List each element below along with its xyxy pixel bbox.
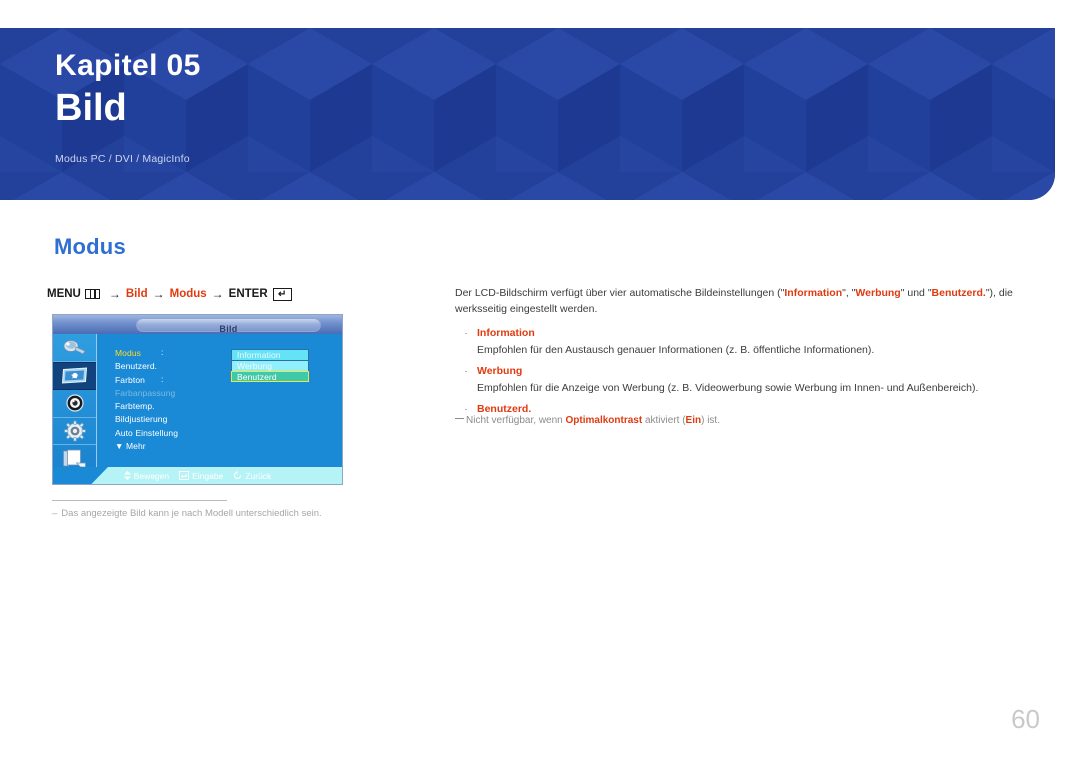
final-note-leader (455, 418, 464, 419)
chapter-header-banner: Kapitel 05 Bild Modus PC / DVI / MagicIn… (0, 28, 1055, 200)
osd-icon-setup[interactable] (53, 418, 96, 446)
chapter-subtitle: Modus PC / DVI / MagicInfo (55, 153, 190, 165)
osd-menu-items: Modus Benutzerd. Farbton Farbanpassung F… (115, 347, 178, 453)
intro-part-1: Der LCD-Bildschirm verfügt über vier aut… (455, 287, 785, 299)
osd-footer-bar: Bewegen Eingabe Zurück (53, 467, 342, 484)
osd-item-mehr[interactable]: ▼ Mehr (115, 440, 178, 453)
osd-title-pill: Bild (136, 317, 321, 334)
osd-item-farbanpassung: Farbanpassung (115, 387, 176, 398)
osd-option-benutzerd[interactable]: Benutzerd (231, 371, 309, 382)
osd-item-benutzerd[interactable]: Benutzerd. (115, 360, 178, 373)
osd-note: – Das angezeigte Bild kann je nach Modell… (52, 508, 322, 519)
osd-colon-modus: : (161, 347, 164, 357)
intro-bold-benutzerd: Benutzerd. (931, 287, 986, 299)
final-note-bold-ein: Ein (685, 415, 702, 426)
content-column: Der LCD-Bildschirm verfügt über vier aut… (455, 286, 1020, 418)
bullet-werbung: · Werbung (455, 364, 1020, 380)
osd-title-text: Bild (219, 323, 238, 334)
input-source-icon (63, 340, 86, 355)
header-text-block: Kapitel 05 Bild Modus PC / DVI / MagicIn… (55, 48, 201, 165)
osd-icon-input-source[interactable] (53, 334, 96, 362)
multi-control-icon (62, 449, 86, 468)
content-intro-paragraph: Der LCD-Bildschirm verfügt über vier aut… (455, 286, 1020, 317)
osd-icon-sound[interactable] (53, 390, 96, 418)
enter-key-icon (179, 471, 190, 480)
bullet-marker: · (464, 328, 468, 339)
sound-icon (65, 394, 84, 413)
page-number: 60 (1011, 704, 1040, 734)
osd-item-auto-einstellung[interactable]: Auto Einstellung (115, 427, 178, 440)
chapter-title: Bild (55, 87, 127, 129)
menu-bars-icon (84, 289, 100, 299)
osd-footer-bewegen-label: Bewegen (133, 470, 170, 481)
bullet-heading-information: Information (477, 327, 535, 339)
menu-path-arrow-1: → (108, 287, 121, 301)
osd-footer-eingabe-label: Eingabe (192, 470, 224, 481)
menu-path-menu-label: MENU (47, 288, 81, 300)
final-note-bold-optimalkontrast: Optimalkontrast (565, 415, 643, 426)
osd-option-information[interactable]: Information (231, 349, 309, 360)
osd-colon-farbton: : (161, 373, 164, 384)
bullet-description-information: Empfohlen für den Austausch genauer Info… (477, 343, 875, 356)
bullet-heading-werbung: Werbung (477, 365, 523, 377)
osd-item-modus[interactable]: Modus (115, 347, 178, 360)
osd-value-dropdown[interactable]: Information Werbung Benutzerd (231, 349, 309, 382)
section-title: Modus (54, 234, 126, 259)
intro-bold-information: Information (784, 287, 843, 299)
osd-note-text: Das angezeigte Bild kann je nach Modell … (61, 508, 322, 519)
picture-icon (61, 367, 87, 384)
osd-item-farbton[interactable]: Farbton (115, 374, 178, 387)
osd-note-dash: – (52, 508, 58, 519)
osd-icon-column (53, 334, 97, 473)
setup-gear-icon (63, 420, 86, 442)
osd-footer-zurueck-label: Zurück (245, 470, 272, 481)
final-note-part-2: aktiviert ( (642, 415, 686, 426)
final-note-part-3: ) ist. (701, 415, 720, 426)
osd-screenshot: Bild Modus Benutzerd. Farbton Farbanpass… (52, 314, 343, 485)
osd-footer-tab-shape (53, 467, 108, 484)
menu-path-step-1: Bild (125, 288, 148, 300)
osd-item-bildjustierung[interactable]: Bildjustierung (115, 413, 178, 426)
osd-footer-zurueck: Zurück (233, 471, 271, 481)
menu-path-step-2: Modus (169, 288, 207, 300)
osd-footer-bewegen: Bewegen (123, 470, 170, 481)
menu-path-breadcrumb: MENU → Bild → Modus → ENTER ↵ (47, 287, 292, 301)
menu-path-enter-label: ENTER (228, 288, 268, 300)
osd-item-farbtemp[interactable]: Farbtemp. (115, 400, 178, 413)
menu-path-arrow-3: → (211, 287, 224, 301)
final-note-part-1: Nicht verfügbar, wenn (466, 415, 566, 426)
osd-footer-eingabe: Eingabe (179, 471, 223, 481)
osd-body: Modus Benutzerd. Farbton Farbanpassung F… (53, 334, 342, 473)
chapter-label: Kapitel 05 (55, 49, 201, 82)
intro-bold-werbung: Werbung (855, 287, 901, 299)
osd-title-bar: Bild (53, 315, 342, 334)
menu-path-arrow-2: → (152, 287, 165, 301)
intro-part-2: ", " (842, 287, 856, 299)
return-arrow-icon (234, 471, 242, 480)
bullet-description-werbung: Empfohlen für die Anzeige von Werbung (z… (477, 381, 979, 394)
osd-icon-picture[interactable] (53, 361, 96, 391)
bullet-information: · Information (455, 326, 1020, 342)
osd-note-divider (52, 500, 227, 501)
content-final-note: Nicht verfügbar, wenn Optimalkontrast ak… (455, 415, 720, 426)
updown-arrow-icon (123, 471, 131, 480)
intro-part-3: " und " (900, 287, 932, 299)
bullet-marker: · (464, 366, 468, 377)
osd-option-werbung[interactable]: Werbung (231, 360, 309, 371)
enter-key-icon: ↵ (272, 287, 292, 301)
